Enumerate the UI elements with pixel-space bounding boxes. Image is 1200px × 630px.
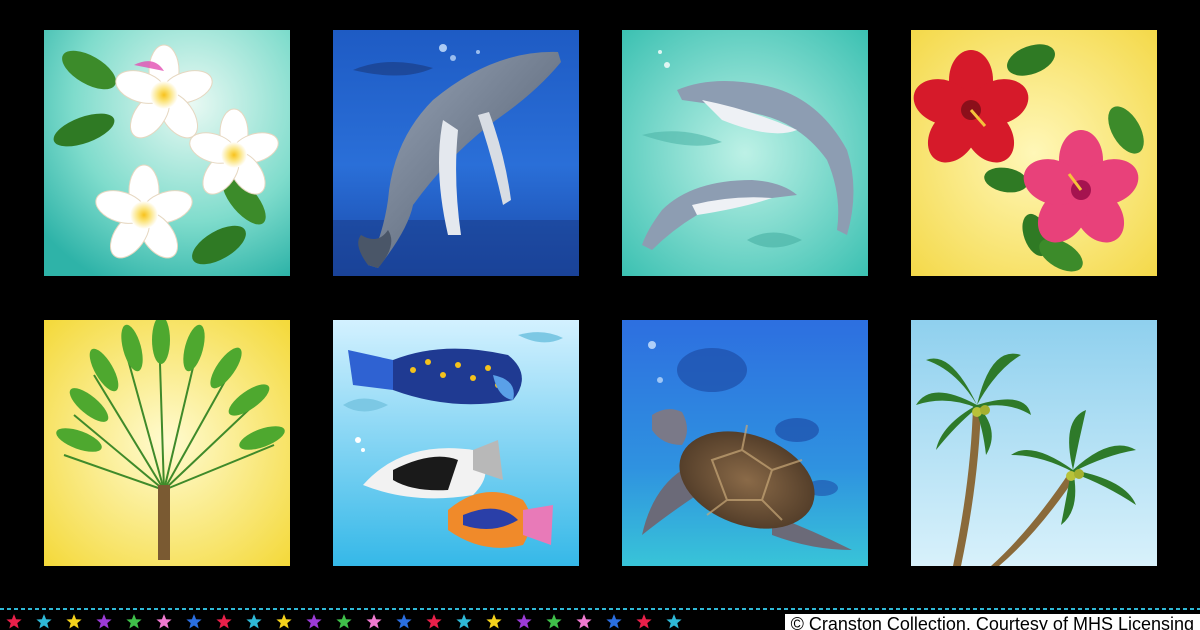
- tropical-fish-illustration: [333, 320, 579, 566]
- hibiscus-panel: [911, 30, 1157, 276]
- plumeria-panel: [44, 30, 290, 276]
- whale-panel: [333, 30, 579, 276]
- star-icon: [246, 614, 262, 629]
- star-icon: [576, 614, 592, 629]
- tropical-fish-panel: [333, 320, 579, 566]
- dolphin-panel: [622, 30, 868, 276]
- star-icon: [186, 614, 202, 629]
- star-icon: [306, 614, 322, 629]
- whale-illustration: [333, 30, 579, 276]
- star-icon: [66, 614, 82, 629]
- star-icon: [366, 614, 382, 629]
- star-icon: [546, 614, 562, 629]
- sea-turtle-panel: [622, 320, 868, 566]
- star-icon: [486, 614, 502, 629]
- star-icon: [636, 614, 652, 629]
- star-icon: [396, 614, 412, 629]
- star-icon: [336, 614, 352, 629]
- star-icon: [6, 614, 22, 629]
- star-icon: [456, 614, 472, 629]
- star-icon: [606, 614, 622, 629]
- star-icon: [96, 614, 112, 629]
- travelers-palm-panel: [44, 320, 290, 566]
- star-icon: [276, 614, 292, 629]
- star-icon: [216, 614, 232, 629]
- hibiscus-illustration: [911, 30, 1157, 276]
- star-icon: [666, 614, 682, 629]
- star-icon: [126, 614, 142, 629]
- coconut-palm-illustration: [911, 320, 1157, 566]
- star-icon: [426, 614, 442, 629]
- star-icon: [36, 614, 52, 629]
- plumeria-illustration: [44, 30, 290, 276]
- sea-turtle-illustration: [622, 320, 868, 566]
- copyright-credit: © Cranston Collection. Courtesy of MHS L…: [784, 614, 1200, 630]
- dolphin-illustration: [622, 30, 868, 276]
- star-icon: [156, 614, 172, 629]
- star-icon: [516, 614, 532, 629]
- travelers-palm-illustration: [44, 320, 290, 566]
- coconut-palm-panel: [911, 320, 1157, 566]
